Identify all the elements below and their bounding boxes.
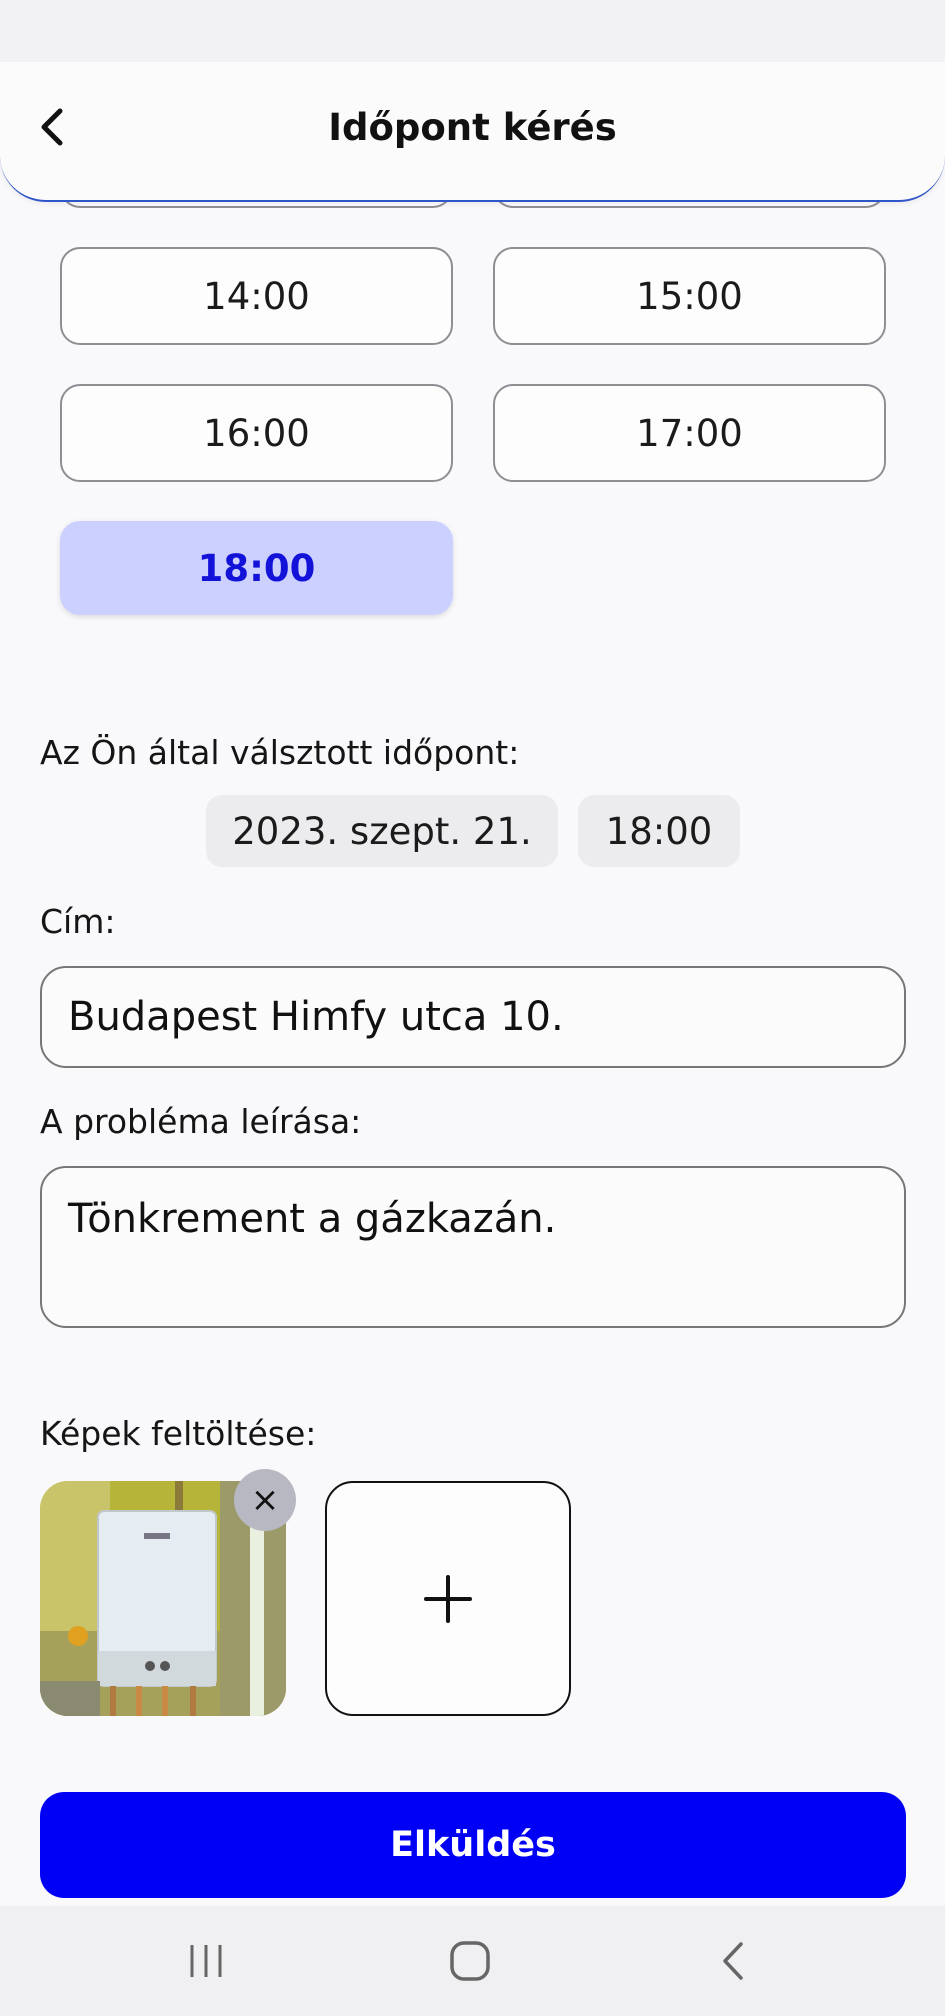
- address-field[interactable]: Budapest Himfy utca 10.: [40, 966, 906, 1068]
- page-title: Időpont kérés: [328, 106, 617, 149]
- time-slot-1800-selected[interactable]: 18:00: [60, 521, 453, 615]
- status-bar-area: [0, 0, 945, 62]
- app-header: Időpont kérés: [0, 62, 945, 202]
- home-button[interactable]: [430, 1926, 510, 1996]
- selected-date-chip[interactable]: 2023. szept. 21.: [206, 795, 558, 867]
- selected-time-label: Az Ön által válsztott időpont:: [40, 733, 520, 772]
- plus-icon: [424, 1574, 472, 1623]
- back-arrow-icon: [723, 1942, 743, 1980]
- system-nav-bar: [0, 1906, 945, 2016]
- time-slot-1400[interactable]: 14:00: [60, 247, 453, 345]
- remove-photo-button[interactable]: ×: [234, 1469, 296, 1531]
- problem-description-field[interactable]: Tönkrement a gázkazán.: [40, 1166, 906, 1328]
- add-photo-button[interactable]: [325, 1481, 571, 1716]
- time-slot-1500[interactable]: 15:00: [493, 247, 886, 345]
- home-icon: [450, 1941, 490, 1981]
- recent-apps-button[interactable]: [166, 1926, 246, 1996]
- system-back-button[interactable]: [694, 1926, 774, 1996]
- selected-time-chip[interactable]: 18:00: [578, 795, 740, 867]
- address-label: Cím:: [40, 902, 116, 941]
- problem-label: A probléma leírása:: [40, 1102, 362, 1141]
- close-icon: ×: [250, 1480, 280, 1520]
- submit-button[interactable]: Elküldés: [40, 1792, 906, 1898]
- time-slot-1700[interactable]: 17:00: [493, 384, 886, 482]
- image-upload-label: Képek feltöltése:: [40, 1414, 317, 1453]
- recent-apps-icon: [190, 1945, 222, 1977]
- time-slot-1600[interactable]: 16:00: [60, 384, 453, 482]
